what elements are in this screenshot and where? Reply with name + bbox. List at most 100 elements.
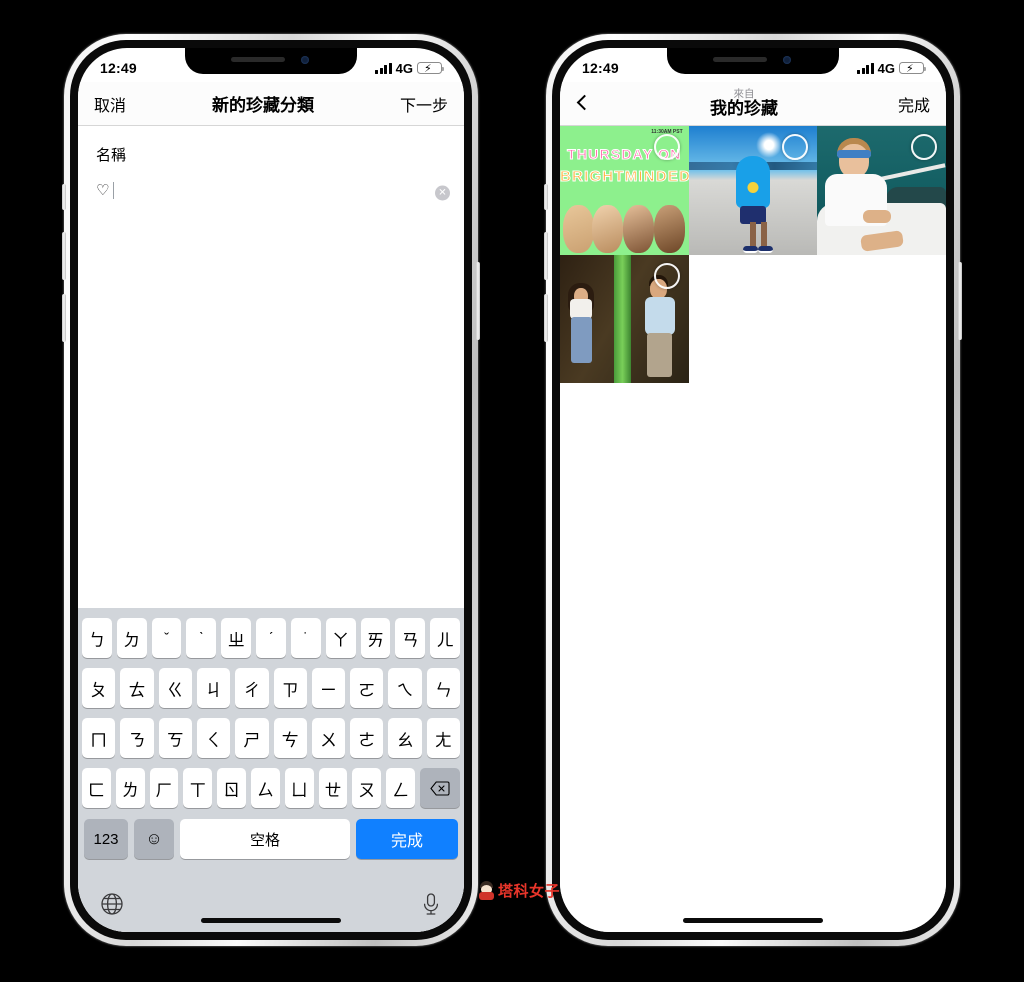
- status-time: 12:49: [582, 60, 619, 76]
- battery-charging-icon: ⚡: [417, 62, 444, 75]
- woman-jeans: [571, 316, 592, 363]
- volume-up-button[interactable]: [544, 232, 548, 280]
- key-0-2[interactable]: ˇ: [151, 618, 182, 658]
- key-3-0[interactable]: ㄈ: [82, 768, 111, 808]
- key-3-6[interactable]: ㄩ: [284, 768, 314, 808]
- key-3-2[interactable]: ㄏ: [149, 768, 179, 808]
- done-button[interactable]: 完成: [898, 92, 930, 116]
- home-indicator[interactable]: [683, 918, 823, 923]
- battery-charging-icon: ⚡: [899, 62, 926, 75]
- key-3-9[interactable]: ㄥ: [386, 768, 415, 808]
- key-1-2[interactable]: ㄍ: [158, 668, 192, 708]
- power-button[interactable]: [476, 262, 480, 340]
- key-2-4[interactable]: ㄕ: [235, 718, 269, 758]
- key-1-3[interactable]: ㄐ: [196, 668, 231, 708]
- next-button[interactable]: 下一步: [400, 92, 448, 116]
- power-button[interactable]: [958, 262, 962, 340]
- leg: [760, 222, 767, 248]
- arm: [863, 210, 892, 223]
- backspace-icon[interactable]: [419, 768, 460, 808]
- smiley-patch: [747, 182, 759, 193]
- poster-face: [654, 204, 685, 253]
- key-2-7[interactable]: ㄜ: [350, 718, 384, 758]
- back-button[interactable]: [576, 94, 593, 113]
- key-2-6[interactable]: ㄨ: [311, 718, 346, 758]
- mute-switch[interactable]: [544, 184, 548, 210]
- key-2-1[interactable]: ㄋ: [120, 718, 154, 758]
- woman-top: [570, 298, 592, 319]
- grid-item-boat[interactable]: [817, 126, 946, 255]
- key-1-6[interactable]: ㄧ: [311, 668, 346, 708]
- page-title: 我的珍藏: [709, 98, 778, 118]
- grid-item-poster[interactable]: 11:30AM PST THURSDAY ON BRIGHTMINDED: [560, 126, 689, 255]
- key-0-0[interactable]: ㄅ: [82, 618, 112, 658]
- earpiece-speaker: [231, 57, 285, 62]
- key-2-5[interactable]: ㄘ: [273, 718, 307, 758]
- mute-switch[interactable]: [62, 184, 66, 210]
- key-1-0[interactable]: ㄆ: [82, 668, 116, 708]
- front-camera: [783, 56, 791, 64]
- man-pants: [646, 332, 672, 377]
- key-3-8[interactable]: ㄡ: [352, 768, 382, 808]
- globe-icon[interactable]: [100, 892, 124, 916]
- emoji-icon[interactable]: ☺: [134, 819, 174, 859]
- network-label: 4G: [395, 60, 413, 76]
- key-3-1[interactable]: ㄌ: [115, 768, 145, 808]
- key-0-3[interactable]: ˋ: [186, 618, 217, 658]
- right-phone-bezel: 12:49 4G ⚡ 來自 我的珍藏 完成 11:30AM PST THURSD…: [552, 40, 954, 940]
- left-phone-screen: 12:49 4G ⚡ 取消 新的珍藏分類 下一步 名稱 ♡ ✕ ㄅ ㄉ ˇ ˋ …: [78, 48, 464, 932]
- key-2-0[interactable]: ㄇ: [82, 718, 116, 758]
- volume-down-button[interactable]: [544, 294, 548, 342]
- key-2-3[interactable]: ㄑ: [196, 718, 231, 758]
- microphone-icon[interactable]: [420, 892, 442, 916]
- clear-circle-icon[interactable]: ✕: [435, 185, 450, 201]
- key-2-9[interactable]: ㄤ: [426, 718, 460, 758]
- chevron-left-icon: [576, 94, 593, 110]
- key-0-5[interactable]: ˊ: [256, 618, 286, 658]
- mascot-icon: [478, 881, 495, 900]
- home-indicator[interactable]: [201, 918, 341, 923]
- sun-glow: [755, 132, 782, 158]
- key-0-7[interactable]: ㄚ: [325, 618, 356, 658]
- name-field-label: 名稱: [96, 147, 127, 164]
- keyboard-row-3: ㄇ ㄋ ㄎ ㄑ ㄕ ㄘ ㄨ ㄜ ㄠ ㄤ: [78, 718, 464, 758]
- grid-item-hoodie[interactable]: [688, 126, 818, 255]
- key-0-9[interactable]: ㄢ: [395, 618, 426, 658]
- status-indicators: 4G ⚡: [857, 55, 926, 76]
- key-1-4[interactable]: ㄔ: [235, 668, 269, 708]
- key-3-5[interactable]: ㄙ: [251, 768, 280, 808]
- signal-bars-icon: [375, 62, 392, 74]
- key-0-8[interactable]: ㄞ: [360, 618, 391, 658]
- selection-circle-icon[interactable]: [910, 134, 937, 160]
- selection-circle-icon[interactable]: [653, 134, 680, 160]
- key-1-5[interactable]: ㄗ: [273, 668, 307, 708]
- left-nav-bar: 取消 新的珍藏分類 下一步: [78, 82, 464, 126]
- shoe: [758, 246, 774, 253]
- key-0-6[interactable]: ˙: [290, 618, 321, 658]
- status-time: 12:49: [100, 60, 137, 76]
- enter-done-key[interactable]: 完成: [356, 819, 458, 859]
- numbers-key[interactable]: 123: [84, 819, 128, 859]
- key-3-3[interactable]: ㄒ: [183, 768, 213, 808]
- space-key[interactable]: 空格: [180, 819, 350, 859]
- name-input-row[interactable]: ♡ ✕: [96, 181, 450, 205]
- key-0-4[interactable]: ㄓ: [221, 618, 252, 658]
- key-2-8[interactable]: ㄠ: [388, 718, 422, 758]
- cancel-button[interactable]: 取消: [94, 92, 126, 116]
- key-1-1[interactable]: ㄊ: [120, 668, 154, 708]
- key-1-7[interactable]: ㄛ: [350, 668, 384, 708]
- key-3-7[interactable]: ㄝ: [318, 768, 348, 808]
- key-1-8[interactable]: ㄟ: [388, 668, 422, 708]
- headband: [837, 150, 872, 158]
- selection-circle-icon[interactable]: [653, 262, 680, 289]
- key-3-4[interactable]: ㄖ: [217, 768, 246, 808]
- key-0-10[interactable]: ㄦ: [430, 618, 460, 658]
- grid-item-couple[interactable]: [560, 254, 689, 384]
- keyboard-row-bottom: 123 ☺ 空格 完成: [78, 819, 464, 859]
- key-1-9[interactable]: ㄣ: [426, 668, 460, 708]
- poster-face: [592, 204, 623, 253]
- volume-down-button[interactable]: [62, 294, 66, 342]
- key-0-1[interactable]: ㄉ: [116, 618, 147, 658]
- volume-up-button[interactable]: [62, 232, 66, 280]
- key-2-2[interactable]: ㄎ: [158, 718, 192, 758]
